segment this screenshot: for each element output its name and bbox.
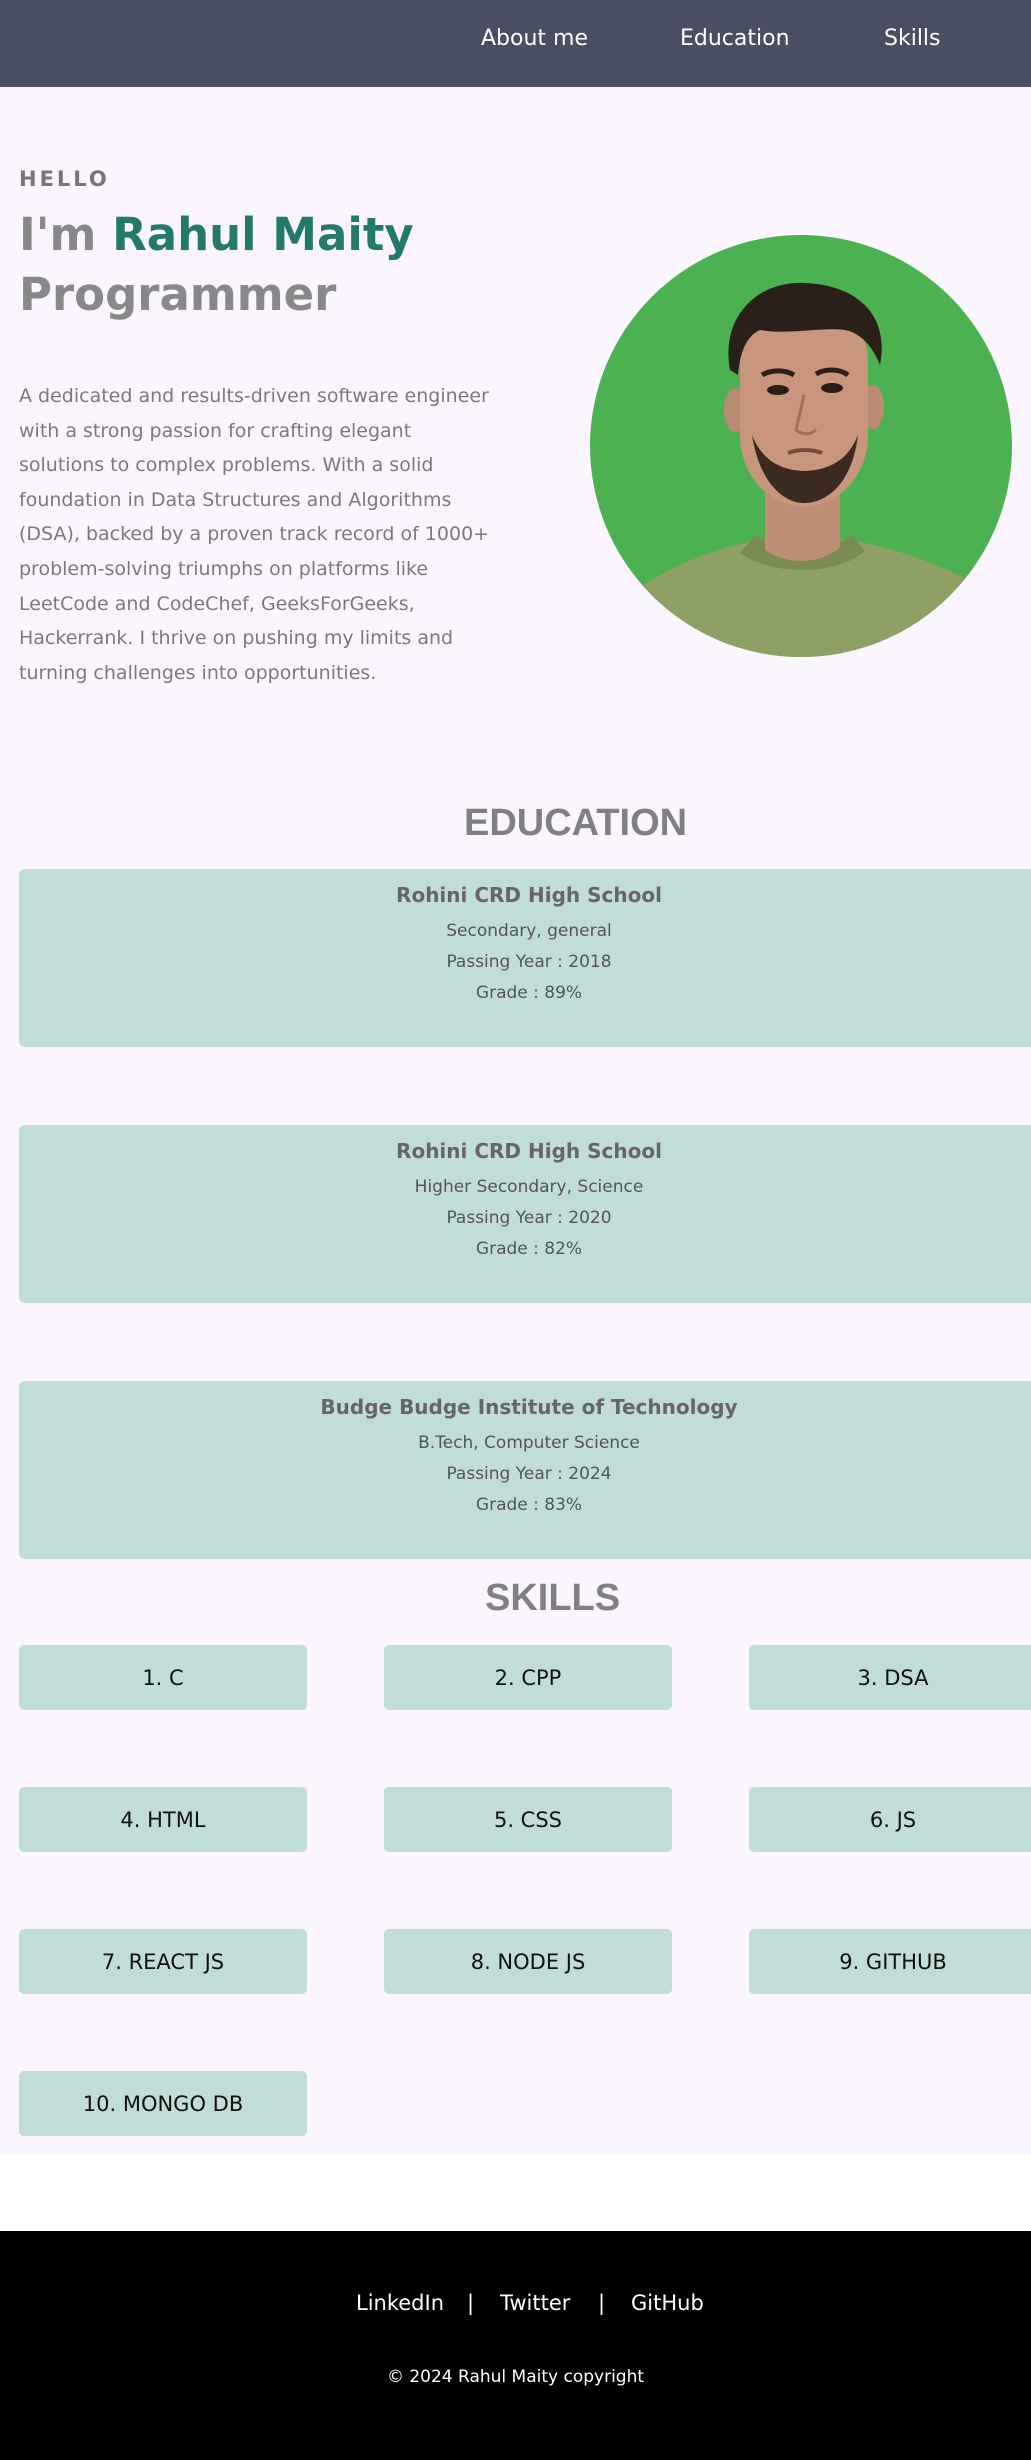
skill-card[interactable]: 1. C: [19, 1645, 307, 1710]
education-grade: Grade : 82%: [475, 1239, 583, 1259]
hero-role: Programmer: [19, 268, 337, 321]
footer-github-link[interactable]: GitHub: [631, 2291, 704, 2315]
hero-name: Rahul Maity: [112, 208, 414, 261]
nav-about-me-link[interactable]: About me: [481, 26, 588, 51]
main-content: HELLO I'm Rahul Maity Programmer A dedic…: [0, 87, 1031, 2154]
profile-photo: [590, 235, 1012, 657]
education-passing-year: Passing Year : 2024: [446, 1464, 612, 1484]
skill-card[interactable]: 2. CPP: [384, 1645, 672, 1710]
education-level: B.Tech, Computer Science: [418, 1433, 640, 1453]
education-passing-year: Passing Year : 2020: [446, 1208, 612, 1228]
education-grade: Grade : 83%: [475, 1495, 583, 1515]
education-school: Rohini CRD High School: [396, 1139, 662, 1163]
hero-bio: A dedicated and results-driven software …: [19, 385, 490, 684]
hero-heading: I'm Rahul Maity Programmer: [19, 205, 414, 325]
skill-card[interactable]: 3. DSA: [749, 1645, 1031, 1710]
education-level: Higher Secondary, Science: [414, 1177, 644, 1197]
skill-card[interactable]: 5. CSS: [384, 1787, 672, 1852]
footer-linkedin-link[interactable]: LinkedIn: [356, 2291, 444, 2315]
skill-card[interactable]: 9. GITHUB: [749, 1929, 1031, 1994]
education-card: Rohini CRD High School Higher Secondary,…: [19, 1125, 1031, 1303]
education-card: Budge Budge Institute of Technology B.Te…: [19, 1381, 1031, 1559]
education-card: Rohini CRD High School Secondary, genera…: [19, 869, 1031, 1047]
education-level: Secondary, general: [446, 921, 612, 941]
skill-card[interactable]: 4. HTML: [19, 1787, 307, 1852]
skill-card[interactable]: 6. JS: [749, 1787, 1031, 1852]
footer-separator: |: [598, 2291, 606, 2315]
hero-intro: I'm: [19, 208, 97, 261]
education-passing-year: Passing Year : 2018: [446, 952, 612, 972]
education-title: EDUCATION: [464, 802, 688, 844]
skill-card[interactable]: 7. REACT JS: [19, 1929, 307, 1994]
skill-card[interactable]: 10. MONGO DB: [19, 2071, 307, 2136]
footer-twitter-link[interactable]: Twitter: [500, 2291, 570, 2315]
skill-card[interactable]: 8. NODE JS: [384, 1929, 672, 1994]
education-school: Rohini CRD High School: [396, 883, 662, 907]
profile-portrait-illustration: [599, 282, 1012, 657]
top-navbar: About me Education Skills: [0, 0, 1031, 87]
skills-title: SKILLS: [485, 1577, 621, 1619]
education-grade: Grade : 89%: [475, 983, 583, 1003]
education-school: Budge Budge Institute of Technology: [320, 1395, 738, 1419]
nav-education-link[interactable]: Education: [680, 26, 790, 51]
footer-copyright: © 2024 Rahul Maity copyright: [386, 2367, 645, 2387]
nav-skills-link[interactable]: Skills: [884, 26, 941, 51]
site-footer: LinkedIn | Twitter | GitHub © 2024 Rahul…: [0, 2231, 1031, 2460]
hello-label: HELLO: [19, 167, 110, 191]
footer-separator: |: [467, 2291, 475, 2315]
